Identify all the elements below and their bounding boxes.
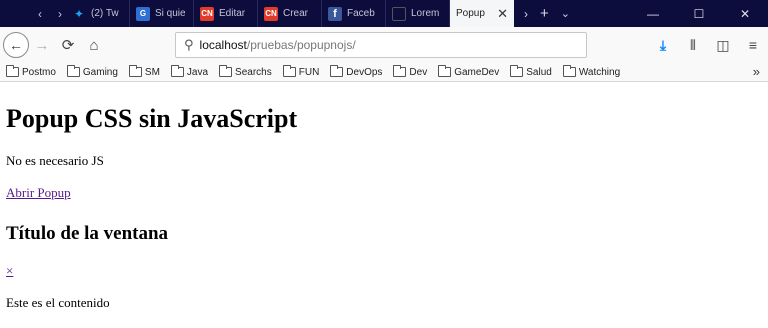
bookmark-label: Postmo (22, 66, 56, 78)
folder-icon (562, 65, 576, 77)
new-tab-area: › + ⌄ (514, 0, 570, 27)
page-content: Popup CSS sin JavaScript No es necesario… (0, 83, 768, 328)
tab-lorem[interactable]: Lorem (386, 0, 450, 27)
page-heading: Popup CSS sin JavaScript (6, 104, 298, 133)
bookmark-label: Searchs (235, 66, 272, 78)
bookmark-folder-java[interactable]: Java (170, 65, 209, 78)
double-chevron-right-icon[interactable]: » (753, 64, 760, 79)
cn-icon: CN (264, 6, 278, 21)
window-controls: — ☐ ✕ (630, 0, 768, 27)
bookmark-folder-searchs[interactable]: Searchs (219, 65, 272, 78)
bookmarks-toolbar: Postmo Gaming SM Java Searchs FUN DevOps… (0, 63, 768, 82)
tab-si-quie[interactable]: G Si quie (130, 0, 194, 27)
tab-strip-spacer (0, 0, 34, 27)
bookmark-folder-dev[interactable]: Dev (393, 65, 428, 78)
folder-icon (170, 65, 184, 77)
folder-icon (510, 65, 524, 77)
bookmark-folder-gaming[interactable]: Gaming (66, 65, 118, 78)
intro-text: No es necesario JS (6, 153, 104, 168)
cn-icon: CN (200, 6, 214, 21)
chevron-right-icon[interactable]: › (524, 7, 528, 21)
toolbar-right-icons: ⤓ ⫴ ◫ ≡ (648, 27, 768, 63)
minimize-icon[interactable]: — (630, 7, 676, 21)
search-icon: ⚲ (184, 37, 194, 52)
chevron-down-icon[interactable]: ⌄ (561, 7, 570, 20)
hamburger-menu-icon[interactable]: ≡ (738, 37, 768, 53)
close-window-icon[interactable]: ✕ (722, 7, 768, 21)
bookmark-folder-watching[interactable]: Watching (562, 65, 621, 78)
bookmark-label: Java (186, 66, 209, 78)
close-tab-icon[interactable]: ✕ (497, 6, 508, 22)
bookmark-label: FUN (298, 66, 320, 78)
reload-icon[interactable]: ⟳ (55, 36, 81, 54)
bookmark-label: DevOps (346, 66, 383, 78)
tab-crear[interactable]: CN Crear (258, 0, 322, 27)
folder-icon (282, 65, 296, 77)
bookmark-folder-sm[interactable]: SM (128, 65, 160, 78)
back-arrow-icon[interactable]: ← (3, 32, 29, 58)
folder-icon (393, 65, 407, 77)
bookmark-label: Gaming (82, 66, 118, 78)
plus-icon[interactable]: + (540, 5, 549, 22)
tab-strip: ‹ › ✦ (2) Tw G Si quie CN Editar CN Crea… (0, 0, 768, 27)
twitter-icon: ✦ (73, 6, 85, 21)
popup-content-text: Este es el contenido (6, 295, 110, 310)
tab-title: Lorem (411, 8, 440, 19)
chevron-left-icon[interactable]: ‹ (38, 7, 42, 21)
navigation-toolbar: ← → ⟳ ⌂ ⚲ localhost/pruebas/popupnojs/ ⤓… (0, 27, 768, 63)
bookmark-folder-postmo[interactable]: Postmo (6, 65, 56, 78)
bookmark-label: Watching (578, 66, 621, 78)
tab-title: Editar (219, 8, 246, 19)
window-title: Título de la ventana (6, 223, 169, 244)
sidebar-icon[interactable]: ◫ (708, 37, 738, 54)
url-bar[interactable]: ⚲ localhost/pruebas/popupnojs/ (175, 32, 587, 58)
bookmark-folder-fun[interactable]: FUN (282, 65, 320, 78)
tab-title: Si quie (155, 8, 186, 19)
tab-editar[interactable]: CN Editar (194, 0, 258, 27)
open-popup-link[interactable]: Abrir Popup (6, 185, 71, 201)
bookmark-folder-devops[interactable]: DevOps (330, 65, 383, 78)
facebook-icon: f (328, 6, 342, 21)
library-icon[interactable]: ⫴ (678, 37, 708, 54)
folder-icon (6, 65, 19, 77)
generic-page-icon (392, 6, 406, 21)
bookmark-label: Salud (526, 66, 552, 78)
maximize-icon[interactable]: ☐ (676, 7, 722, 21)
tab-popup-active[interactable]: Popup ✕ (450, 0, 514, 27)
tab-title: (2) Tw (91, 8, 119, 19)
url-host: localhost (199, 38, 247, 52)
close-popup-link[interactable]: × (6, 263, 13, 279)
tab-title: Crear (283, 8, 309, 19)
tab-twitter[interactable]: ✦ (2) Tw (66, 0, 130, 27)
chevron-right-icon[interactable]: › (58, 7, 62, 21)
folder-icon (219, 65, 233, 77)
ga-icon: G (136, 6, 150, 21)
bookmark-label: GameDev (454, 66, 500, 78)
folder-icon (66, 65, 80, 77)
bookmark-label: Dev (409, 66, 428, 78)
url-path: /pruebas/popupnojs/ (246, 38, 356, 52)
tab-facebook[interactable]: f Faceb (322, 0, 386, 27)
folder-icon (128, 65, 142, 77)
bookmark-folder-salud[interactable]: Salud (510, 65, 552, 78)
forward-arrow-icon[interactable]: → (29, 37, 55, 54)
bookmark-folder-gamedev[interactable]: GameDev (438, 65, 500, 78)
bookmark-label: SM (144, 66, 160, 78)
tab-title: Popup (456, 8, 485, 19)
home-icon[interactable]: ⌂ (81, 37, 107, 54)
tab-title: Faceb (347, 8, 375, 19)
tab-scroll-controls[interactable]: ‹ › (34, 0, 66, 27)
folder-icon (438, 65, 452, 77)
folder-icon (330, 65, 344, 77)
download-icon[interactable]: ⤓ (648, 37, 678, 54)
